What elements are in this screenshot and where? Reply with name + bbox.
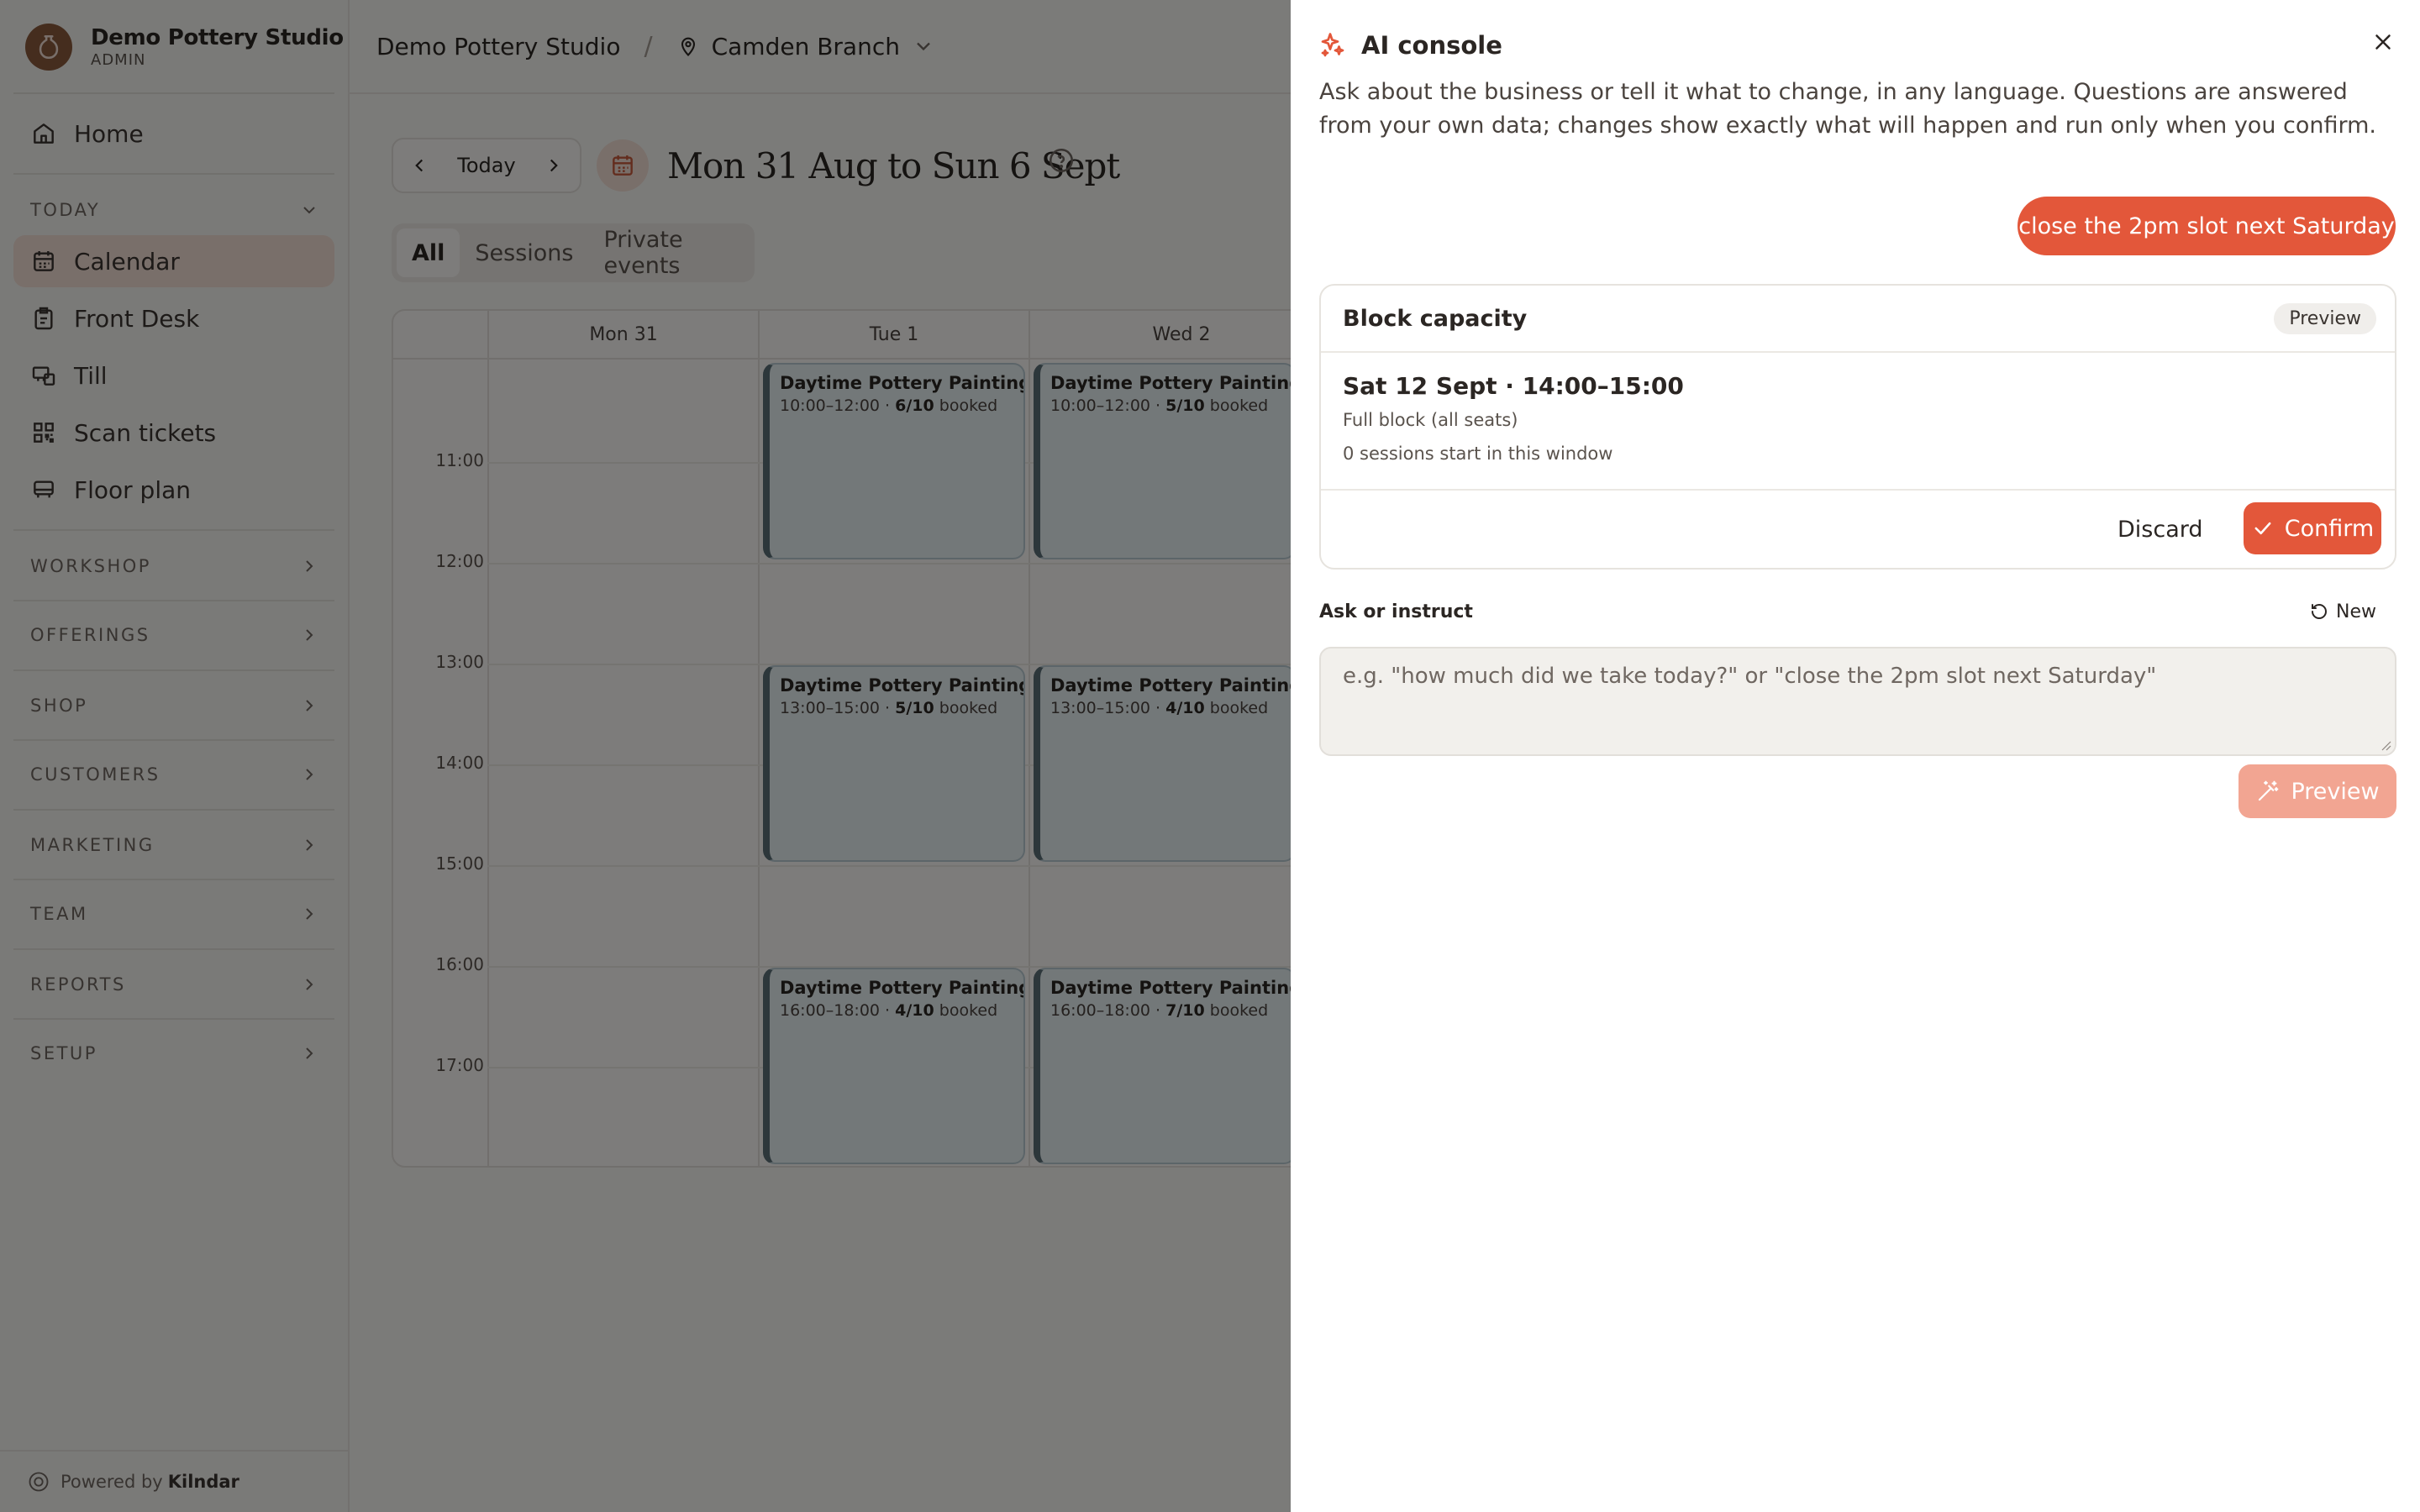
close-icon [2375, 34, 2391, 50]
ask-label: Ask or instruct [1319, 601, 1473, 622]
card-body: Sat 12 Sept · 14:00–15:00 Full block (al… [1343, 370, 1684, 470]
sparkles-icon [1321, 33, 1344, 57]
slot-title: Sat 12 Sept · 14:00–15:00 [1343, 372, 1684, 400]
confirm-button[interactable]: Confirm [2244, 502, 2381, 554]
ai-console-panel: AI console Ask about the business or tel… [1291, 0, 2420, 1512]
discard-button[interactable]: Discard [2118, 504, 2203, 554]
card-footer: Discard Confirm [1321, 489, 2395, 568]
preview-badge: Preview [2274, 302, 2376, 334]
preview-button[interactable]: Preview [2238, 764, 2396, 818]
close-button[interactable] [2366, 25, 2400, 59]
new-chat-label: New [2336, 601, 2376, 622]
magic-wand-icon [2259, 780, 2279, 801]
panel-header: AI console [1318, 29, 1502, 62]
modal-backdrop[interactable] [0, 0, 1291, 1512]
card-header: Block capacity Preview [1321, 286, 2395, 353]
ask-input[interactable] [1319, 647, 2396, 756]
check-icon [2254, 522, 2271, 535]
new-chat-button[interactable]: New [2309, 598, 2376, 625]
preview-label: Preview [2291, 778, 2380, 805]
slot-detail: 0 sessions start in this window [1343, 444, 1613, 464]
action-preview-card: Block capacity Preview Sat 12 Sept · 14:… [1319, 284, 2396, 570]
card-title: Block capacity [1343, 305, 1528, 332]
panel-intro: Ask about the business or tell it what t… [1319, 79, 2377, 139]
resize-handle-icon[interactable] [2380, 739, 2391, 751]
slot-detail: Full block (all seats) [1343, 410, 1518, 430]
user-message-bubble: close the 2pm slot next Saturday [2018, 197, 2396, 255]
confirm-label: Confirm [2284, 515, 2375, 542]
refresh-icon [2312, 603, 2327, 619]
panel-title: AI console [1361, 31, 1502, 60]
